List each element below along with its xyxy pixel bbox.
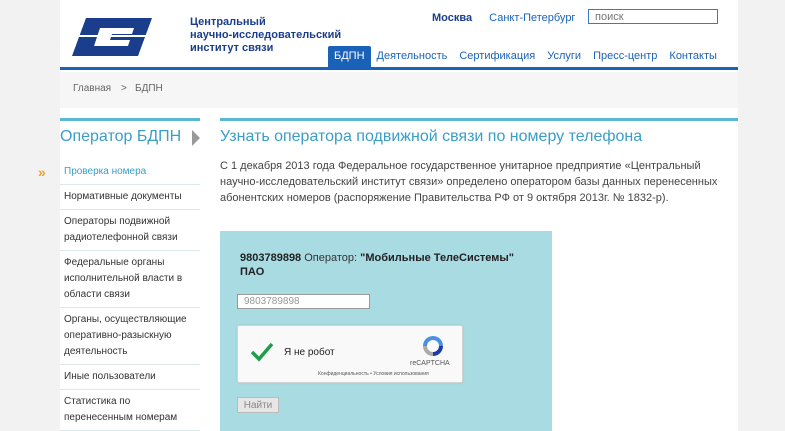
active-chevron-icon: »: [38, 164, 46, 180]
page-title: Узнать оператора подвижной связи по номе…: [220, 128, 643, 145]
city-spb[interactable]: Санкт-Петербург: [489, 12, 575, 24]
nav-contacts[interactable]: Контакты: [663, 46, 723, 68]
result-operator-label: Оператор:: [304, 252, 358, 264]
nav-activity[interactable]: Деятельность: [371, 46, 454, 68]
result-line: 9803789898 Оператор: "Мобильные ТелеСист…: [240, 251, 530, 279]
sidebar-item-statistics[interactable]: Статистика по перенесенным номерам: [60, 390, 200, 431]
breadcrumb-separator: >: [121, 83, 127, 94]
sidebar-item-other-users[interactable]: Иные пользователи: [60, 365, 200, 390]
institute-logo[interactable]: [72, 18, 152, 56]
nav-press-center[interactable]: Пресс-центр: [587, 46, 663, 68]
captcha-label: Я не робот: [284, 347, 335, 358]
nav-services[interactable]: Услуги: [541, 46, 587, 68]
breadcrumb: Главная > БДПН: [60, 72, 738, 108]
nav-certification[interactable]: Сертификация: [453, 46, 541, 68]
nav-bdpn[interactable]: БДПН: [328, 46, 371, 68]
result-number: 9803789898: [240, 252, 302, 264]
page: Центральный научно-исследовательский инс…: [38, 0, 738, 431]
city-selector: Москва Санкт-Петербург: [432, 12, 589, 24]
sidebar-title: Оператор БДПН: [60, 128, 182, 145]
content-top-line: [220, 118, 738, 121]
breadcrumb-home[interactable]: Главная: [73, 83, 111, 94]
sidebar-item-federal-bodies[interactable]: Федеральные органы исполнительной власти…: [60, 251, 200, 308]
sidebar-item-regulations[interactable]: Нормативные документы: [60, 185, 200, 210]
phone-number-input[interactable]: [237, 294, 370, 309]
sidebar-arrow-icon: [192, 130, 200, 146]
recaptcha-logo-icon: [423, 336, 443, 356]
city-moscow[interactable]: Москва: [432, 12, 472, 24]
breadcrumb-current: БДПН: [135, 83, 163, 94]
recaptcha-links[interactable]: Конфиденциальность • Условия использован…: [318, 371, 429, 377]
org-name: Центральный научно-исследовательский инс…: [190, 16, 342, 54]
checkmark-icon[interactable]: [250, 342, 274, 362]
recaptcha-name: reCAPTCHA: [410, 360, 450, 367]
intro-text: С 1 декабря 2013 года Федеральное госуда…: [220, 160, 718, 204]
recaptcha-widget: Я не робот reCAPTCHA Конфиденциальность …: [237, 325, 463, 383]
search-input[interactable]: [588, 9, 718, 24]
sidebar-menu: Проверка номера Нормативные документы Оп…: [60, 160, 200, 431]
sidebar-item-mobile-operators[interactable]: Операторы подвижной радиотелефонной связ…: [60, 210, 200, 251]
sidebar-item-number-check[interactable]: Проверка номера: [60, 160, 200, 185]
find-button[interactable]: Найти: [237, 397, 279, 413]
main-nav: БДПН Деятельность Сертификация Услуги Пр…: [328, 46, 723, 68]
sidebar-top-line: [60, 118, 200, 121]
sidebar-item-investigative-bodies[interactable]: Органы, осуществляющие оперативно-разыск…: [60, 308, 200, 365]
nav-underline: [60, 67, 738, 70]
check-form: 9803789898 Оператор: "Мобильные ТелеСист…: [220, 231, 552, 431]
